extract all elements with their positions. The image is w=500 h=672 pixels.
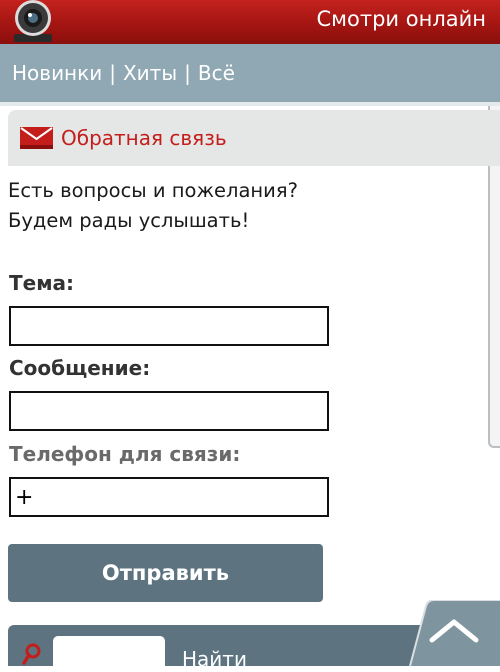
subject-label: Тема: (9, 271, 75, 295)
search-input[interactable] (53, 636, 165, 672)
intro-line-2: Будем рады услышать! (8, 209, 250, 232)
main-nav: Новинки | Хиты | Всё (0, 44, 500, 102)
nav-item-hits[interactable]: Хиты (123, 61, 177, 85)
phone-label: Телефон для связи: (9, 442, 241, 466)
message-field[interactable] (9, 391, 329, 431)
submit-button[interactable]: Отправить (8, 544, 323, 602)
nav-separator: | (184, 61, 191, 85)
feedback-section-header: Обратная связь (8, 110, 500, 166)
scroll-to-top-button[interactable] (400, 600, 500, 666)
nav-separator: | (109, 61, 116, 85)
phone-field[interactable] (9, 477, 329, 517)
subject-field[interactable] (9, 306, 329, 346)
message-label: Сообщение: (9, 356, 151, 380)
intro-text: Есть вопросы и пожелания? Будем рады усл… (8, 176, 478, 236)
section-title: Обратная связь (61, 126, 227, 150)
nav-divider (0, 102, 500, 106)
nav-item-all[interactable]: Всё (198, 61, 235, 85)
webcam-icon[interactable] (10, 0, 56, 42)
nav-item-new[interactable]: Новинки (12, 61, 102, 85)
intro-line-1: Есть вопросы и пожелания? (8, 179, 298, 202)
search-button[interactable]: Найти (182, 647, 247, 671)
site-title: Смотри онлайн (316, 7, 487, 31)
mail-icon (20, 127, 53, 149)
search-icon[interactable] (22, 643, 42, 665)
app-header: Смотри онлайн (0, 0, 500, 44)
